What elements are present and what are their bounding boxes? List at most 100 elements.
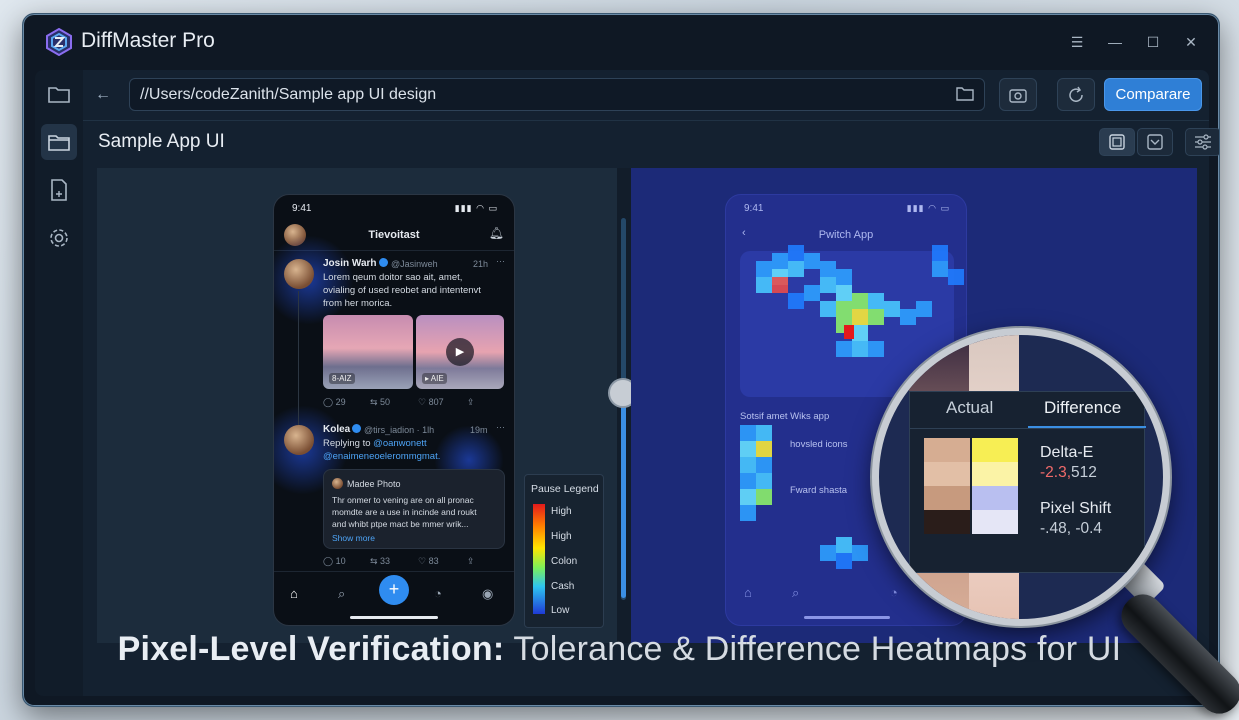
reply-count-value: 10 xyxy=(335,556,346,566)
video-tag: ▸ AIE xyxy=(422,373,447,384)
close-button[interactable]: ✕ xyxy=(1181,32,1201,52)
list-item-label: hovsled icons xyxy=(790,439,848,450)
heatmap-cell xyxy=(836,537,852,553)
post-author-name: Kolea xyxy=(323,424,351,435)
play-icon[interactable]: ▶ xyxy=(446,338,474,366)
quoted-post-card[interactable]: Madee Photo Thr onmer to vening are on a… xyxy=(323,469,505,549)
like-count[interactable]: ♡ 807 xyxy=(418,397,444,408)
toolbar: ← //Users/codeZanith/Sample app UI desig… xyxy=(83,70,1209,120)
magnifier-lens: Actual Difference Delta-E -2.3,512 Pixel… xyxy=(872,328,1170,626)
heatmap-cell xyxy=(820,301,836,317)
reply-count[interactable]: ◯ 29 xyxy=(323,397,346,408)
repost-count[interactable]: ⇆ 33 xyxy=(370,556,390,567)
heatmap-cell xyxy=(788,261,804,277)
reply-line: Replying to @oanwonett xyxy=(323,438,427,451)
quoted-post-author: Madee Photo xyxy=(347,479,401,489)
maximize-button[interactable]: ☐ xyxy=(1143,32,1163,52)
screenshot-button[interactable] xyxy=(999,78,1037,111)
sidebar-item-projects[interactable] xyxy=(41,124,77,160)
reply-count[interactable]: ◯ 10 xyxy=(323,556,346,567)
tab-actual[interactable]: Actual xyxy=(946,398,993,418)
heatmap-cell xyxy=(884,301,900,317)
post-text-line: Lorem qeum doitor sao ait, amet, xyxy=(323,272,463,283)
refresh-button[interactable] xyxy=(1057,78,1095,111)
difference-swatch xyxy=(972,510,1018,534)
actual-swatch xyxy=(924,462,970,486)
heatmap-cell xyxy=(820,277,836,293)
pixel-shift-value: -.48, -0.4 xyxy=(1040,520,1103,537)
quoted-text-line: and whibt ptpe mact be mmer wrik... xyxy=(332,519,469,529)
signal-battery-icon: ▮▮▮ ◠ ▭ xyxy=(906,203,950,213)
avatar xyxy=(332,478,343,489)
page-title: Sample App UI xyxy=(98,131,225,152)
heatmap-cell xyxy=(788,293,804,309)
show-more-link[interactable]: Show more xyxy=(332,532,375,545)
actual-swatch xyxy=(924,486,970,510)
overlay-view-button[interactable] xyxy=(1137,128,1173,156)
compare-button[interactable]: Comparare xyxy=(1104,78,1202,111)
post-text-line: from her morica. xyxy=(323,298,393,309)
difference-swatch xyxy=(972,486,1018,510)
heatmap-cell xyxy=(916,301,932,317)
repost-count[interactable]: ⇆ 50 xyxy=(370,397,390,408)
tab-difference[interactable]: Difference xyxy=(1044,398,1121,418)
heatmap-cell xyxy=(804,285,820,301)
share-icon[interactable]: ⇪ xyxy=(467,397,475,408)
share-icon[interactable]: ⇪ xyxy=(467,556,475,567)
delta-e-label: Delta-E xyxy=(1040,444,1094,461)
minimize-button[interactable]: — xyxy=(1105,32,1125,52)
profile-icon[interactable]: ◉ xyxy=(482,586,493,602)
sidebar xyxy=(35,70,83,696)
avatar xyxy=(284,259,314,289)
quoted-text-line: Thr onmer to vening are on all pronac xyxy=(332,495,474,505)
sidebar-item-reports[interactable] xyxy=(41,172,77,208)
filter-settings-button[interactable] xyxy=(1185,128,1219,156)
heatmap-cell xyxy=(932,261,948,277)
avatar xyxy=(284,425,314,455)
legend-label: High xyxy=(551,531,572,542)
reply-mentions[interactable]: @enaimeneoelerommgmat. xyxy=(323,451,440,464)
search-icon[interactable]: ⌕ xyxy=(338,586,345,602)
side-by-side-view-button[interactable] xyxy=(1099,128,1135,156)
refresh-icon xyxy=(1069,86,1083,102)
home-indicator xyxy=(350,616,438,619)
phone-tab-bar: ⌂ ⌕ + ◔ ◉ xyxy=(274,571,514,611)
back-arrow-icon[interactable]: ← xyxy=(95,86,117,108)
status-time: 9:41 xyxy=(292,203,312,214)
divider-progress xyxy=(621,392,626,598)
folder-icon xyxy=(48,135,70,151)
folder-icon xyxy=(48,87,70,103)
sliders-icon xyxy=(1195,134,1211,150)
reply-to-link[interactable]: @oanwonett xyxy=(373,438,426,449)
heatmap-cell xyxy=(740,441,756,457)
browse-folder-icon[interactable] xyxy=(956,86,974,101)
path-input[interactable]: //Users/codeZanith/Sample app UI design xyxy=(129,78,985,111)
home-icon[interactable]: ⌂ xyxy=(290,586,298,601)
sidebar-item-open-folder[interactable] xyxy=(41,76,77,112)
repost-count-value: 50 xyxy=(380,397,391,407)
sidebar-item-settings[interactable] xyxy=(41,220,77,256)
heatmap-cell xyxy=(948,269,964,285)
like-count[interactable]: ♡ 83 xyxy=(418,556,439,567)
compose-button[interactable]: + xyxy=(379,575,409,605)
search-icon: ⌕ xyxy=(792,585,800,600)
verified-badge-icon xyxy=(379,258,388,267)
split-view-icon xyxy=(1109,134,1125,150)
heatmap-cell xyxy=(820,545,836,561)
delta-e-rest: 512 xyxy=(1071,464,1097,481)
bell-icon[interactable]: ◔ xyxy=(434,586,442,601)
section-label: Sotsif amet Wiks app xyxy=(740,411,830,422)
heatmap-cell xyxy=(852,545,868,561)
heatmap-cell xyxy=(756,489,772,505)
more-icon[interactable]: ··· xyxy=(496,422,505,432)
thread-line xyxy=(298,291,299,425)
signal-battery-icon: ▮▮▮ ◠ ▭ xyxy=(454,203,498,213)
heatmap-cell xyxy=(756,473,772,489)
menu-icon[interactable]: ☰ xyxy=(1067,32,1087,52)
more-icon[interactable]: ··· xyxy=(496,256,505,266)
phone-header-title: Pwitch App xyxy=(818,229,874,241)
bell-icon: 🔔︎ xyxy=(488,226,504,240)
heatmap-cell xyxy=(756,441,772,457)
legend-title: Pause Legend xyxy=(531,483,599,495)
heatmap-cell xyxy=(836,341,852,357)
